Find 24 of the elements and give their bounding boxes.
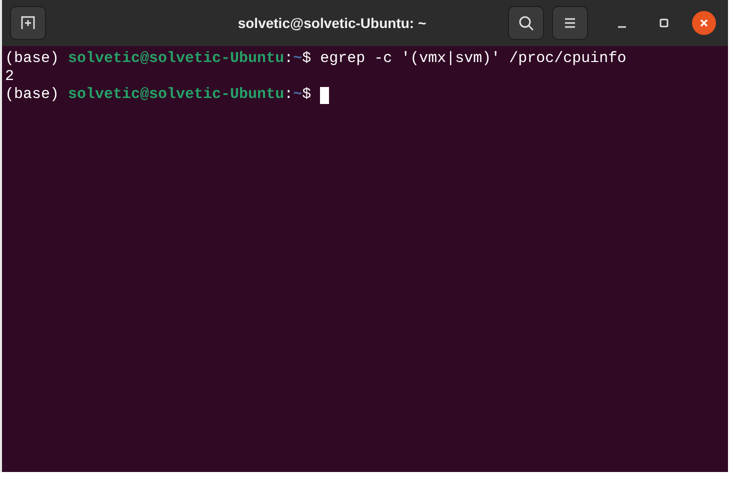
close-button[interactable]: [692, 11, 716, 35]
search-button[interactable]: [508, 6, 544, 40]
command-output: 2: [5, 68, 14, 85]
prompt-path: ~: [293, 86, 302, 104]
prompt-separator: :: [284, 50, 294, 68]
close-icon: [699, 18, 709, 28]
window-title: solvetic@solvetic-Ubuntu: ~: [238, 14, 426, 32]
prompt-path: ~: [293, 50, 302, 68]
minimize-icon: [618, 26, 626, 28]
prompt-symbol: $: [302, 86, 312, 104]
new-tab-icon: [20, 15, 36, 31]
prompt-symbol: $: [302, 50, 312, 68]
menu-icon: [563, 17, 577, 29]
prompt-user-host: solvetic@solvetic-Ubuntu: [68, 50, 284, 68]
prompt-env: (base): [5, 50, 60, 68]
text-cursor: [320, 86, 330, 104]
menu-button[interactable]: [552, 6, 588, 40]
search-icon: [518, 15, 534, 31]
maximize-icon: [659, 18, 669, 28]
prompt-user-host: solvetic@solvetic-Ubuntu: [68, 86, 284, 104]
prompt-env: (base): [5, 86, 60, 104]
new-tab-button[interactable]: [10, 6, 46, 40]
command-text: egrep -c '(vmx|svm)' /proc/cpuinfo: [320, 50, 626, 68]
prompt-separator: :: [284, 86, 294, 104]
